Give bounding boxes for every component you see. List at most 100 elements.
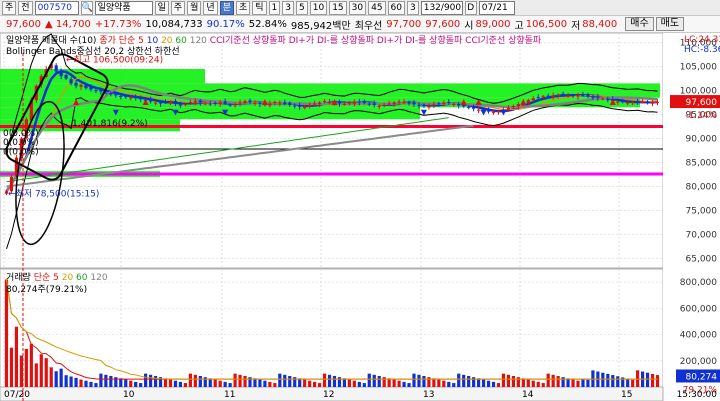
buy-button[interactable]: 매수 <box>625 17 654 31</box>
search-icon[interactable]: 🔍 <box>80 0 93 15</box>
chart-area[interactable]: ←최고 106,500(09:24)←최저 78,500(15:15)1,401… <box>0 33 720 401</box>
volume-bar <box>278 373 282 387</box>
toolbar-button-2[interactable]: 전 <box>18 0 33 15</box>
legend-entry[interactable]: CCI기준선 상향돌파 <box>210 34 289 46</box>
legend-entry[interactable]: 60 <box>175 36 189 46</box>
candle-body <box>377 105 381 107</box>
period-button-13[interactable]: 45 <box>368 0 386 15</box>
candle-body <box>586 94 590 97</box>
legend-entry[interactable]: Bollinger Bands중심선 20,2 <box>6 46 127 57</box>
legend-entry[interactable]: 거래량 <box>6 271 34 283</box>
candle-body <box>74 82 78 86</box>
legend-entry[interactable]: CCI기준선 상향돌파 <box>465 34 542 46</box>
candle-body <box>278 102 282 104</box>
volume-bar <box>104 374 108 387</box>
candle-body <box>626 102 630 104</box>
price-tag-value: 97,600 <box>686 98 718 108</box>
candle-body <box>636 100 640 102</box>
candle-body <box>54 65 58 72</box>
count-field[interactable]: 132/900 <box>420 0 463 15</box>
candle-body <box>173 101 178 104</box>
legend-entry[interactable]: 120 <box>190 36 210 46</box>
period-button-10[interactable]: 10 <box>309 0 328 15</box>
period-button-11[interactable]: 15 <box>329 0 347 15</box>
period-button-1[interactable]: 주 <box>170 0 186 15</box>
volume-bar <box>521 378 525 387</box>
candle-body <box>283 102 287 104</box>
volume-bar <box>631 379 635 387</box>
current-price: 97,600 <box>6 18 41 30</box>
volume-bar <box>511 375 515 387</box>
best-price-2: 97,600 <box>425 18 461 30</box>
period-button-7[interactable]: 1 <box>268 0 281 15</box>
volume-bar <box>581 378 585 387</box>
volume-bar <box>317 383 322 387</box>
sell-button[interactable]: 매도 <box>655 17 685 31</box>
volume-bar <box>168 379 173 387</box>
legend-entry[interactable]: DI+가 DI-를 상향돌파 <box>377 34 465 46</box>
period-button-3[interactable]: 년 <box>203 0 218 15</box>
legend-entry[interactable]: DI+가 DI-를 상향돌파 <box>289 34 377 46</box>
legend-entry[interactable]: 120 <box>90 273 107 283</box>
legend-entry[interactable]: 종가 단순 5 <box>99 35 146 46</box>
time-tick-label: 07/20 <box>4 390 30 400</box>
time-tick-label: 13 <box>423 390 434 400</box>
legend-entry[interactable]: 상한선 <box>127 46 155 57</box>
period-button-8[interactable]: 3 <box>282 0 294 15</box>
time-tick-label: 11 <box>224 390 235 400</box>
volume-bar <box>616 376 620 387</box>
period-button-14[interactable]: 60 <box>387 0 405 15</box>
volume-bar <box>308 380 312 387</box>
candle-body <box>134 97 138 99</box>
legend-entry[interactable]: 단순 5 <box>34 272 62 283</box>
candle-body <box>432 104 436 106</box>
volume-bar <box>481 379 486 387</box>
trade-amount: 985,942백만 <box>290 20 351 32</box>
volume-bar <box>407 383 411 387</box>
stock-code-input[interactable]: 007570 <box>34 0 79 15</box>
legend-entry[interactable]: 일양약품 매물대 수(10) <box>6 34 99 46</box>
date-field[interactable]: 07/21 <box>478 0 515 15</box>
candle-body <box>243 101 247 104</box>
volume-bar <box>387 378 391 387</box>
period-button-9[interactable]: 5 <box>296 0 308 15</box>
stock-name-field[interactable]: 일양약품 <box>94 0 153 15</box>
candle-body <box>362 100 366 104</box>
candle-body <box>561 93 565 96</box>
price-legend-row-2: Bollinger Bands중심선 20,2 상한선 하한선 <box>6 46 180 57</box>
volume-bar <box>119 378 123 387</box>
legend-entry[interactable]: 20 <box>62 273 76 283</box>
volume-bar <box>54 371 58 387</box>
price-panel[interactable] <box>0 33 664 269</box>
d-button[interactable]: D <box>464 0 477 15</box>
time-right-label: 15:30:00 <box>677 390 718 400</box>
low-price: 88,400 <box>582 18 618 30</box>
period-button-4[interactable]: 분 <box>219 0 234 15</box>
legend-entry[interactable]: 60 <box>76 273 90 283</box>
candle-body <box>506 107 511 110</box>
legend-entry[interactable]: 20 <box>161 36 175 46</box>
period-button-15[interactable]: 3 <box>407 0 419 15</box>
candle-body <box>139 97 143 100</box>
period-button-6[interactable]: 틱 <box>252 0 267 15</box>
period-button-2[interactable]: 월 <box>187 0 202 15</box>
volume-bar <box>84 380 88 387</box>
legend-entry[interactable]: 하한선 <box>155 46 180 57</box>
volume-bar <box>611 375 615 387</box>
toolbar-button-1[interactable]: 주 <box>2 0 17 15</box>
candle-body <box>576 94 580 97</box>
candle-body <box>94 90 98 92</box>
period-buttons: 일 주 월 년 분 초 틱 1 3 5 10 15 30 45 60 3 <box>153 0 419 15</box>
period-button-12[interactable]: 30 <box>348 0 367 15</box>
candle-body <box>457 103 461 106</box>
volume-bar <box>238 374 242 387</box>
legend-entry[interactable]: 10 <box>147 36 161 46</box>
candle-body <box>193 101 197 103</box>
candle-body <box>437 103 441 105</box>
volume-bar <box>462 374 466 387</box>
volume-panel[interactable] <box>0 268 664 388</box>
period-button-5[interactable]: 초 <box>235 0 251 15</box>
candle-body <box>367 103 371 105</box>
volume-bar <box>442 380 446 387</box>
period-button-0[interactable]: 일 <box>154 0 169 15</box>
